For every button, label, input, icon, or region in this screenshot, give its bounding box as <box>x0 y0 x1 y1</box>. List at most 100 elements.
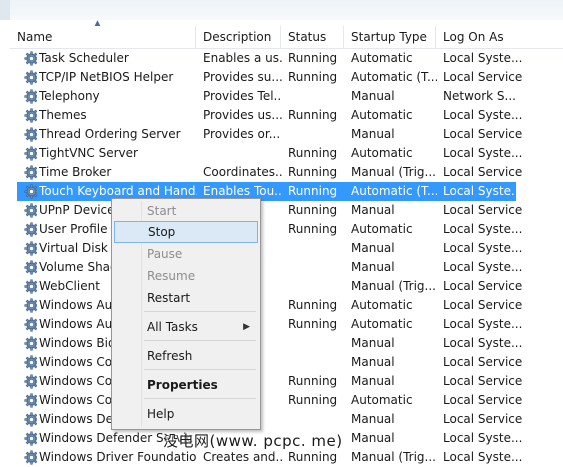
table-row[interactable]: Volume Shado Manual Local Syste... <box>17 258 563 277</box>
gear-icon <box>21 182 37 201</box>
table-row[interactable]: Windows Aud Running Automatic Local Syste..… <box>17 315 563 334</box>
table-row[interactable]: TightVNC Server Running Automatic Local Sys… <box>17 144 563 163</box>
service-log-on-as: Local Syste... <box>443 260 523 274</box>
table-row[interactable]: Windows Con Running Automatic Local Service <box>17 391 563 410</box>
service-startup-type: Automatic <box>351 222 413 236</box>
service-startup-type: Automatic <box>351 317 413 331</box>
service-name: TCP/IP NetBIOS Helper <box>39 70 174 84</box>
service-description: Provides Tel... <box>203 89 282 103</box>
menu-item-properties[interactable]: Properties <box>114 374 258 396</box>
service-log-on-as: Local Syste... <box>443 450 523 464</box>
service-log-on-as: Local Syste... <box>443 146 523 160</box>
service-log-on-as: Local Syste... <box>443 51 523 65</box>
service-status: Running <box>288 393 338 407</box>
menu-item-pause[interactable]: Pause <box>114 243 258 265</box>
service-startup-type: Manual <box>351 127 395 141</box>
table-row[interactable]: WebClient Manual (Trig... Local Service <box>17 277 563 296</box>
service-startup-type: Automatic <box>351 393 413 407</box>
service-description <box>203 144 282 163</box>
gear-icon <box>21 144 37 163</box>
column-header-name[interactable]: Name <box>10 26 196 48</box>
table-row[interactable]: Windows Con Running Manual Local Service <box>17 372 563 391</box>
service-name: Thread Ordering Server <box>39 127 181 141</box>
service-startup-type: Manual <box>351 412 395 426</box>
service-status <box>288 125 344 144</box>
column-header-startup-type[interactable]: Startup Type <box>344 26 436 48</box>
service-startup-type: Automatic <box>351 51 413 65</box>
menu-item-start[interactable]: Start <box>114 200 258 222</box>
gear-icon <box>21 315 37 334</box>
menu-separator <box>144 398 256 399</box>
service-startup-type: Manual <box>351 203 395 217</box>
table-row[interactable]: Touch Keyboard and Hand... Enables Tou...… <box>17 182 522 201</box>
service-description: Enables a us... <box>203 51 282 65</box>
table-row[interactable]: Windows Aud Running Automatic Local Service <box>17 296 563 315</box>
service-status: Running <box>288 70 338 84</box>
service-startup-type: Manual (Trig... <box>351 165 436 179</box>
service-log-on-as: Local Service <box>443 355 523 369</box>
service-status <box>288 239 344 258</box>
table-row[interactable]: TCP/IP NetBIOS Helper Provides su... Runni… <box>17 68 563 87</box>
service-status <box>288 334 344 353</box>
table-row[interactable]: Windows Defe Manual Local Service <box>17 410 563 429</box>
table-row[interactable]: Task Scheduler Enables a us... Running Auto… <box>17 49 563 68</box>
service-startup-type: Automatic <box>351 298 413 312</box>
table-row[interactable]: User Profile Se Running Automatic Local Sys… <box>17 220 563 239</box>
service-description: Provides su... <box>203 70 282 84</box>
table-row[interactable]: Windows Bior Manual Local Syste... <box>17 334 563 353</box>
service-status: Running <box>288 222 338 236</box>
service-log-on-as: Network S... <box>443 89 516 103</box>
service-log-on-as: Local Syste... <box>443 184 523 198</box>
table-row[interactable]: Virtual Disk Manual Local Syste... <box>17 239 563 258</box>
gear-icon <box>21 106 37 125</box>
service-startup-type: Automatic <box>351 146 413 160</box>
service-status <box>288 410 344 429</box>
service-log-on-as: Local Service <box>443 127 523 141</box>
service-log-on-as: Local Service <box>443 70 523 84</box>
table-row[interactable]: Thread Ordering Server Provides or... Manu… <box>17 125 563 144</box>
menu-separator <box>144 311 256 312</box>
menu-item-refresh[interactable]: Refresh <box>114 345 258 367</box>
menu-item-restart[interactable]: Restart <box>114 287 258 309</box>
menu-item-all-tasks[interactable]: All Tasks ▶ <box>114 316 258 338</box>
service-status: Running <box>288 108 338 122</box>
services-list: Task Scheduler Enables a us... Running Auto… <box>17 49 563 467</box>
gear-icon <box>21 220 37 239</box>
service-status <box>288 87 344 106</box>
gear-icon <box>21 163 37 182</box>
table-row[interactable]: Windows Colo Manual Local Service <box>17 353 563 372</box>
column-header-row: Name Description Status Startup Type Log… <box>10 26 563 49</box>
gear-icon <box>21 372 37 391</box>
service-startup-type: Manual (Trig... <box>351 450 436 464</box>
menu-separator <box>144 369 256 370</box>
service-log-on-as: Local Service <box>443 203 523 217</box>
menu-item-resume[interactable]: Resume <box>114 265 258 287</box>
menu-item-stop[interactable]: Stop <box>114 221 258 243</box>
service-startup-type: Automatic <box>351 108 413 122</box>
column-header-status[interactable]: Status <box>281 26 344 48</box>
column-header-description[interactable]: Description <box>196 26 281 48</box>
service-startup-type: Manual <box>351 355 395 369</box>
service-log-on-as: Local Syste... <box>443 241 523 255</box>
service-status: Running <box>288 203 338 217</box>
service-log-on-as: Local Syste... <box>443 222 523 236</box>
watermark-text: 没电网(www. pcpc. me) <box>163 432 343 450</box>
table-row[interactable]: Time Broker Coordinates... Running Manual (… <box>17 163 563 182</box>
gear-icon <box>21 87 37 106</box>
table-row[interactable]: UPnP Device H Running Manual Local Service <box>17 201 563 220</box>
service-startup-type: Automatic (T... <box>351 70 437 84</box>
service-log-on-as: Local Service <box>443 279 523 293</box>
table-row[interactable]: Telephony Provides Tel... Manual Network S.… <box>17 87 563 106</box>
service-log-on-as: Local Syste... <box>443 317 523 331</box>
service-startup-type: Manual <box>351 260 395 274</box>
table-row[interactable]: Themes Provides us... Running Automatic Loca… <box>17 106 563 125</box>
service-status: Running <box>288 165 338 179</box>
column-header-log-on-as[interactable]: Log On As <box>436 26 563 48</box>
service-name: Themes <box>39 108 87 122</box>
menu-item-help[interactable]: Help <box>114 403 258 425</box>
service-status <box>288 258 344 277</box>
service-startup-type: Manual <box>351 374 395 388</box>
service-description: Provides us... <box>203 108 282 122</box>
service-log-on-as: Local Service <box>443 298 523 312</box>
menu-separator <box>144 340 256 341</box>
